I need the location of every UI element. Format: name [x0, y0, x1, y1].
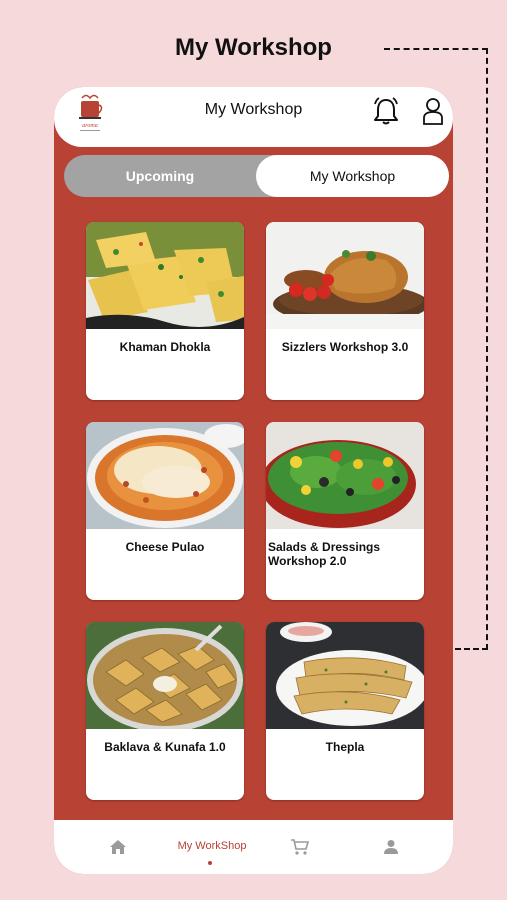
baklava-image — [86, 622, 244, 729]
workshop-card[interactable]: Sizzlers Workshop 3.0 — [266, 222, 424, 400]
profile-icon[interactable] — [384, 839, 398, 855]
user-icon[interactable] — [422, 97, 444, 125]
workshop-title: Salads & Dressings Workshop 2.0 — [268, 540, 381, 568]
workshop-card[interactable]: Thepla — [266, 622, 424, 800]
bell-icon[interactable] — [372, 96, 400, 126]
dashed-connector — [486, 48, 488, 650]
thepla-image — [266, 622, 424, 729]
workshop-card[interactable]: Cheese Pulao — [86, 422, 244, 600]
tab-upcoming[interactable]: Upcoming — [64, 155, 256, 197]
svg-text:aroma: aroma — [82, 123, 97, 129]
workshop-title: Cheese Pulao — [125, 540, 205, 554]
salad-image — [266, 422, 424, 529]
workshop-title: Khaman Dhokla — [119, 340, 211, 354]
dashed-connector — [384, 48, 488, 50]
workshop-card[interactable]: Salads & Dressings Workshop 2.0 — [266, 422, 424, 600]
workshop-card[interactable]: Baklava & Kunafa 1.0 — [86, 622, 244, 800]
nav-my-workshop[interactable]: My WorkShop — [162, 840, 262, 852]
active-indicator — [208, 861, 212, 865]
workshop-tab-switch: Upcoming My Workshop — [64, 155, 449, 197]
app-header: aroma My Workshop — [54, 87, 453, 147]
workshop-title: Sizzlers Workshop 3.0 — [281, 340, 409, 354]
bottom-nav: My WorkShop — [54, 820, 453, 874]
workshop-title: Baklava & Kunafa 1.0 — [104, 740, 226, 754]
workshop-title: Thepla — [325, 740, 365, 754]
khaman-dhokla-image — [86, 222, 244, 329]
cart-icon[interactable] — [290, 838, 310, 856]
cheese-pulao-image — [86, 422, 244, 529]
tab-my-workshop[interactable]: My Workshop — [256, 155, 449, 197]
workshop-card[interactable]: Khaman Dhokla — [86, 222, 244, 400]
home-icon[interactable] — [109, 839, 127, 855]
phone-screen: aroma My Workshop Upcoming My Workshop K… — [54, 87, 453, 874]
sizzlers-image — [266, 222, 424, 329]
